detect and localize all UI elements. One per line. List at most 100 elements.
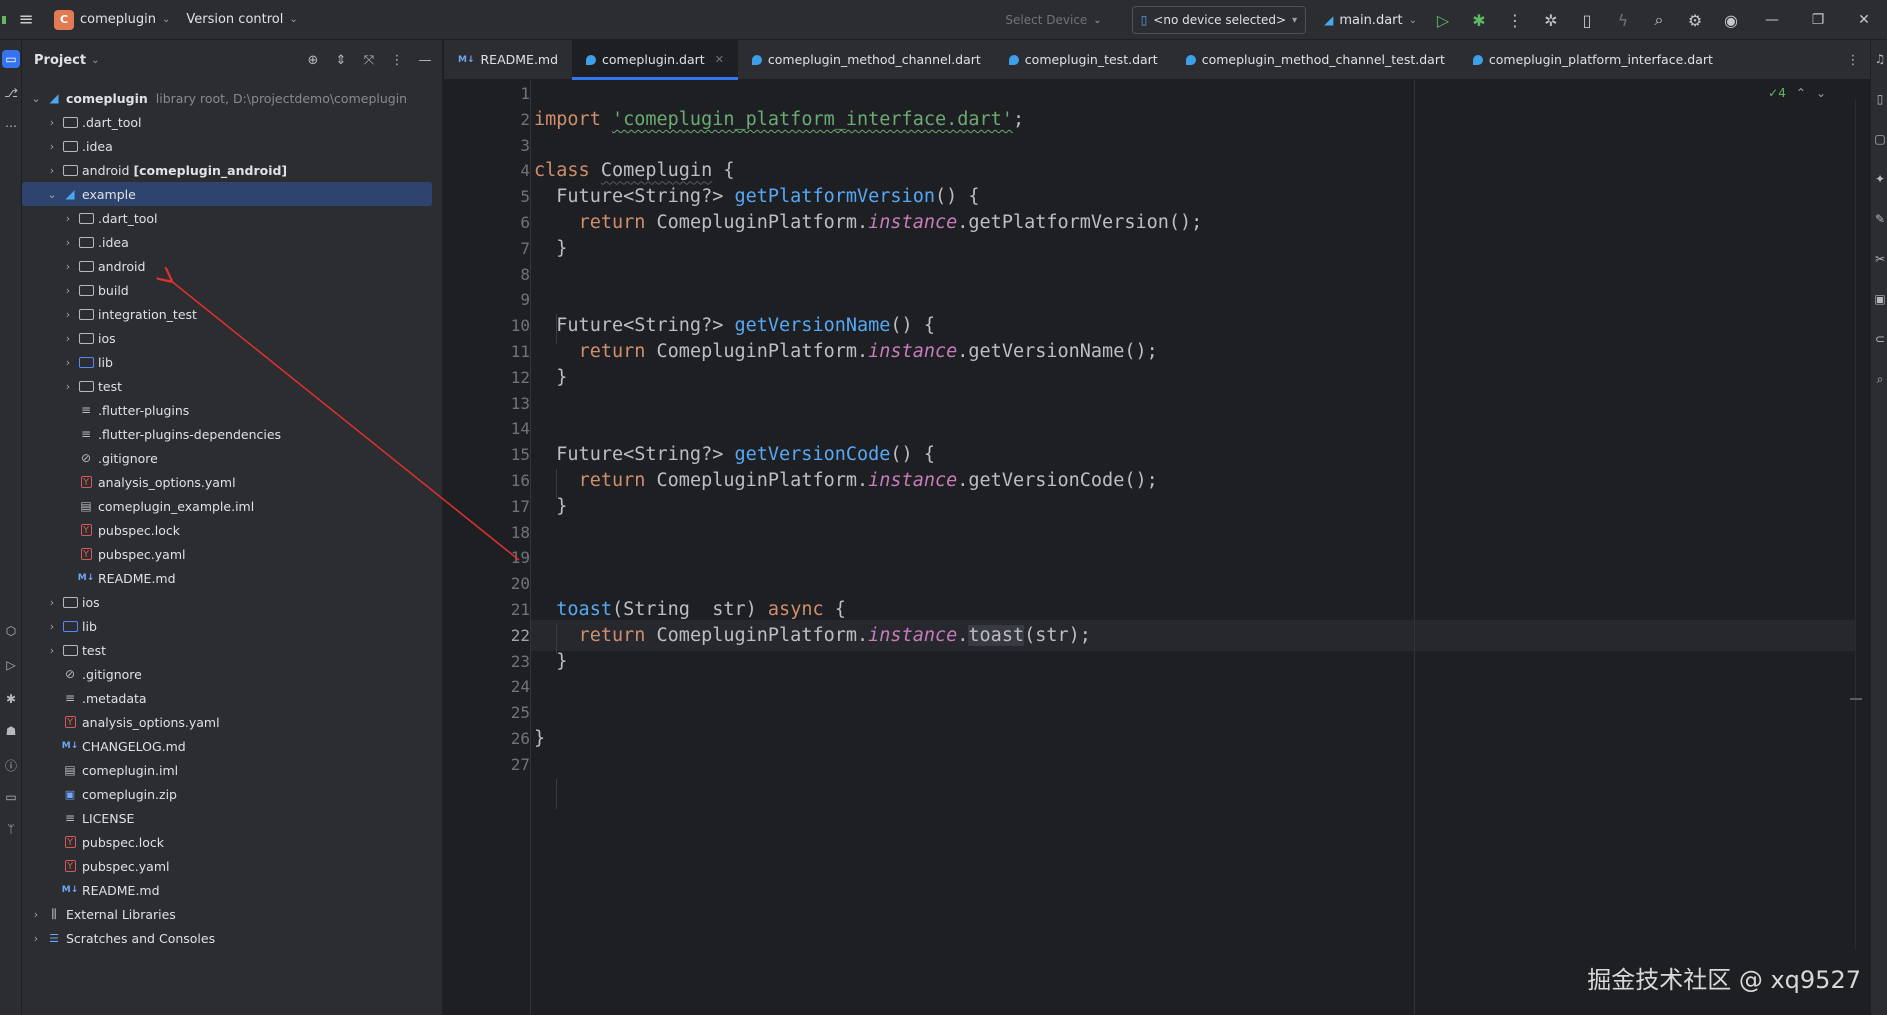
device-manager-button[interactable]: ▯: [1569, 0, 1605, 40]
flutter-performance-button[interactable]: ✂: [1872, 250, 1887, 268]
editor-tab[interactable]: comeplugin_platform_interface.dart: [1459, 40, 1727, 80]
more-actions-button[interactable]: ⋮: [1497, 0, 1533, 40]
run-tool-button[interactable]: ▷: [2, 656, 20, 674]
tree-item[interactable]: › .idea: [22, 134, 443, 158]
tree-item[interactable]: ▤ comeplugin_example.iml: [22, 494, 443, 518]
tree-item[interactable]: › integration_test: [22, 302, 443, 326]
chevron-right-icon[interactable]: ›: [28, 932, 44, 945]
tree-item[interactable]: ≡ .flutter-plugins: [22, 398, 443, 422]
next-highlight-icon[interactable]: ⌄: [1816, 86, 1826, 100]
settings-button[interactable]: ⚙: [1677, 0, 1713, 40]
tree-item[interactable]: M↓ README.md: [22, 566, 443, 590]
tree-item[interactable]: Ypubspec.yaml: [22, 854, 443, 878]
code-line[interactable]: }: [534, 491, 567, 522]
hot-reload-button[interactable]: ϟ: [1605, 0, 1641, 40]
tree-item[interactable]: › ios: [22, 590, 443, 614]
tree-item[interactable]: › .dart_tool: [22, 206, 443, 230]
terminal-tool-button[interactable]: ▭: [2, 788, 20, 806]
main-menu-button[interactable]: ≡: [6, 0, 46, 40]
account-button[interactable]: ◉: [1713, 0, 1749, 40]
editor-tab[interactable]: comeplugin_method_channel.dart: [738, 40, 995, 80]
code-line[interactable]: }: [534, 362, 567, 393]
tree-item[interactable]: ⌄ ◢ example: [22, 182, 432, 206]
logcat-tool-button[interactable]: ☗: [2, 722, 20, 740]
tree-item[interactable]: › android [comeplugin_android]: [22, 158, 443, 182]
editor-tab[interactable]: comeplugin_test.dart: [995, 40, 1172, 80]
tree-item[interactable]: Ypubspec.lock: [22, 518, 443, 542]
tree-item[interactable]: › .idea: [22, 230, 443, 254]
editor-scrollbar[interactable]: [1855, 100, 1863, 950]
run-config-selector[interactable]: ◢ main.dart ⌄: [1316, 6, 1425, 34]
tree-item[interactable]: ≡ LICENSE: [22, 806, 443, 830]
tree-item[interactable]: › ios: [22, 326, 443, 350]
chevron-right-icon[interactable]: ›: [60, 356, 76, 369]
code-line[interactable]: return ComepluginPlatform.instance.getPl…: [534, 207, 1203, 238]
chevron-right-icon[interactable]: ›: [44, 596, 60, 609]
tree-item[interactable]: › build: [22, 278, 443, 302]
tree-item[interactable]: › test: [22, 638, 443, 662]
chevron-right-icon[interactable]: ›: [44, 164, 60, 177]
inspector-button[interactable]: ⌕: [1872, 370, 1887, 388]
tree-item[interactable]: Yanalysis_options.yaml: [22, 470, 443, 494]
tree-item[interactable]: › .dart_tool: [22, 110, 443, 134]
code-line[interactable]: return ComepluginPlatform.instance.getVe…: [534, 336, 1158, 367]
tree-item[interactable]: Yanalysis_options.yaml: [22, 710, 443, 734]
chevron-right-icon[interactable]: ›: [60, 332, 76, 345]
chevron-right-icon[interactable]: ›: [44, 644, 60, 657]
tree-item[interactable]: ≡ .flutter-plugins-dependencies: [22, 422, 443, 446]
code-line[interactable]: }: [534, 723, 545, 754]
code-line[interactable]: return ComepluginPlatform.instance.toast…: [534, 620, 1091, 651]
debug-button[interactable]: ✱: [1461, 0, 1497, 40]
chevron-right-icon[interactable]: ›: [60, 284, 76, 297]
locate-file-button[interactable]: ⊕: [302, 49, 324, 71]
tree-item[interactable]: › ☰ Scratches and Consoles: [22, 926, 443, 950]
chevron-down-icon[interactable]: ⌄: [28, 92, 44, 105]
editor-tab[interactable]: comeplugin.dart ✕: [572, 39, 738, 80]
tree-item[interactable]: ⌄ ◢ comeplugin library root, D:\projectdemo…: [22, 86, 443, 110]
project-panel-title[interactable]: Project: [34, 53, 86, 68]
code-editor[interactable]: 1 2 3 4 5 6 7 8 9 10 11 12 13 14 15 16 17 18 19 20 21 22 23 24 2…: [444, 80, 1870, 1015]
chevron-right-icon[interactable]: ›: [44, 140, 60, 153]
tree-item[interactable]: ▤ comeplugin.iml: [22, 758, 443, 782]
link-button[interactable]: ⊂: [1872, 330, 1887, 348]
commit-tool-button[interactable]: ⎇: [2, 84, 20, 102]
ai-assistant-button[interactable]: ✦: [1872, 170, 1887, 188]
chevron-right-icon[interactable]: ›: [60, 308, 76, 321]
minimize-button[interactable]: —: [1749, 0, 1795, 40]
notifications-button[interactable]: ♫: [1872, 50, 1887, 68]
device-selector[interactable]: ▯ <no device selected> ▾: [1131, 6, 1307, 34]
expand-all-button[interactable]: ⇕: [330, 49, 352, 71]
run-button[interactable]: ▷: [1425, 0, 1461, 40]
chevron-right-icon[interactable]: ›: [60, 212, 76, 225]
gradle-button[interactable]: ▯: [1872, 90, 1887, 108]
chevron-right-icon[interactable]: ›: [44, 116, 60, 129]
panel-options-button[interactable]: ⋮: [386, 49, 408, 71]
flutter-inspector-button[interactable]: ✎: [1872, 210, 1887, 228]
restore-button[interactable]: ❐: [1795, 0, 1841, 40]
chevron-right-icon[interactable]: ›: [28, 908, 44, 921]
project-tool-button[interactable]: ▭: [2, 50, 20, 68]
tree-item[interactable]: › ⫼ External Libraries: [22, 902, 443, 926]
chevron-right-icon[interactable]: ›: [60, 380, 76, 393]
tree-item[interactable]: M↓ README.md: [22, 878, 443, 902]
device-manager-side-button[interactable]: ▢: [1872, 130, 1887, 148]
problems-tool-button[interactable]: ⓘ: [2, 756, 20, 774]
search-button[interactable]: ⌕: [1641, 0, 1677, 40]
tree-item[interactable]: Ypubspec.lock: [22, 830, 443, 854]
tree-item[interactable]: M↓ CHANGELOG.md: [22, 734, 443, 758]
more-tools-button[interactable]: …: [2, 114, 20, 132]
editor-tab[interactable]: M↓ README.md: [444, 40, 572, 80]
editor-tab[interactable]: comeplugin_method_channel_test.dart: [1172, 40, 1459, 80]
code-line[interactable]: }: [534, 646, 567, 677]
tree-item[interactable]: ⊘ .gitignore: [22, 446, 443, 470]
services-tool-button[interactable]: ⬡: [2, 622, 20, 640]
tree-item[interactable]: ▣ comeplugin.zip: [22, 782, 443, 806]
inspection-widget[interactable]: ✓4 ⌃ ⌄: [1768, 86, 1826, 100]
tree-item[interactable]: Ypubspec.yaml: [22, 542, 443, 566]
tree-item[interactable]: › android: [22, 254, 443, 278]
close-window-button[interactable]: ✕: [1841, 0, 1887, 40]
previous-highlight-icon[interactable]: ⌃: [1796, 86, 1806, 100]
code-line[interactable]: return ComepluginPlatform.instance.getVe…: [534, 465, 1158, 496]
tree-item[interactable]: › lib: [22, 614, 443, 638]
code-line[interactable]: import 'comeplugin_platform_interface.da…: [534, 104, 1024, 135]
